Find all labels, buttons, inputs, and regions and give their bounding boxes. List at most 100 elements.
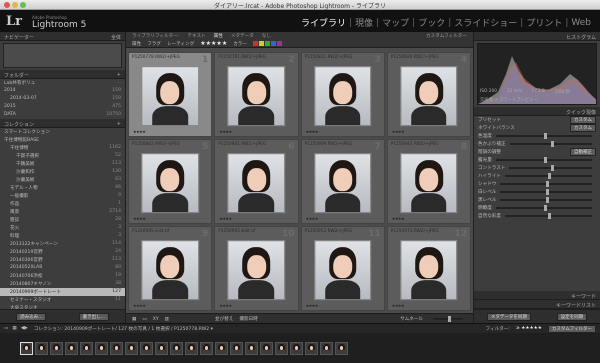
quick-develop-value[interactable]: カスタム	[570, 116, 596, 124]
color-label-swatches[interactable]	[253, 41, 282, 46]
portrait-photo[interactable]	[400, 66, 458, 127]
collection-row[interactable]: 千鶴美術 113	[0, 160, 125, 168]
thumbnail-cell[interactable]: P1250842.RW2/+JPEG 5 ★★★★	[128, 139, 213, 224]
module-map[interactable]: マップ	[379, 16, 412, 29]
filmstrip-thumbnail[interactable]	[125, 341, 138, 355]
filmstrip-thumbnail[interactable]	[65, 341, 78, 355]
filmstrip-thumbnail[interactable]	[80, 341, 93, 355]
sync-settings-button[interactable]: 設定を同期	[556, 312, 588, 321]
filmstrip-thumbnail[interactable]	[245, 341, 258, 355]
thumbnail-cell[interactable]: P1250821.RW2/+JPEG 3 ★★★★	[300, 52, 385, 137]
filmstrip-thumbnail[interactable]	[335, 341, 348, 355]
portrait-photo[interactable]	[227, 153, 286, 214]
collection-row[interactable]: 作品 1	[0, 200, 125, 208]
portrait-photo[interactable]	[227, 240, 286, 301]
collection-row[interactable]: 20140520LAB 80	[0, 264, 125, 272]
compare-view-icon[interactable]: XY	[153, 317, 159, 322]
filmstrip-thumbnail[interactable]	[155, 341, 168, 355]
grid-view-icon[interactable]: ▦	[132, 317, 136, 322]
loupe-view-icon[interactable]: ▭	[142, 317, 146, 322]
thumbnail-rating[interactable]: ★★★★	[306, 216, 319, 221]
navigator-header[interactable]: ナビゲーター 全体	[0, 32, 125, 41]
module-slideshow[interactable]: スライドショー	[451, 16, 520, 29]
quick-develop-stepper[interactable]	[509, 165, 592, 171]
quick-develop-stepper[interactable]	[500, 189, 592, 195]
collection-row[interactable]: モデル・人物 46	[0, 184, 125, 192]
thumbnail-rating[interactable]: ★★★★	[306, 129, 319, 134]
collection-row[interactable]: 20140306宮野 113	[0, 256, 125, 264]
quick-develop-row[interactable]: シャドウ	[474, 180, 600, 188]
collection-row[interactable]: 沙蘭美術 83	[0, 176, 125, 184]
keyword-header[interactable]: キーワード	[474, 291, 600, 300]
collection-row[interactable]: 20140909ポートレート 127	[0, 288, 125, 296]
volume-row[interactable]: Lab共有ボリュ …	[0, 79, 125, 87]
quick-develop-stepper[interactable]	[495, 157, 592, 163]
quick-develop-header[interactable]: クイック現像	[474, 107, 600, 116]
navigator-fit[interactable]: 全体	[111, 34, 121, 41]
collection-row[interactable]: 千住博物 1162	[0, 144, 125, 152]
thumbnail-cell[interactable]: P1250909.RW2/+JPEG 7 ★★★★	[300, 139, 385, 224]
thumbnail-rating[interactable]: ★★★★	[306, 303, 319, 308]
portrait-photo[interactable]	[141, 153, 199, 214]
quick-develop-row[interactable]: 自然な彩度	[474, 212, 600, 220]
collection-row[interactable]: 雑誌 28	[0, 216, 125, 224]
rating-filter-stars[interactable]: ★★★★★	[200, 40, 227, 47]
export-button[interactable]: 書き出し...	[78, 312, 109, 321]
filmstrip-thumbnail[interactable]	[275, 341, 288, 355]
filmstrip-thumbnail[interactable]	[260, 341, 273, 355]
folder-row[interactable]: 2015 475	[0, 103, 125, 111]
portrait-photo[interactable]	[313, 153, 372, 214]
quick-develop-row[interactable]: 露光量	[474, 156, 600, 164]
filmstrip-thumbnail[interactable]	[110, 341, 123, 355]
portrait-photo[interactable]	[141, 240, 199, 301]
module-book[interactable]: ブック	[415, 16, 448, 29]
filter-preset[interactable]: カスタムフィルター	[426, 33, 467, 39]
module-develop[interactable]: 現像	[352, 16, 376, 29]
filter-attribute-tab[interactable]: 属性	[214, 33, 223, 39]
collection-row[interactable]: 20140807キヤノン 38	[0, 280, 125, 288]
thumbnail-cell[interactable]: P1250781.RW2/+JPEG 2 ★★★★	[214, 52, 299, 137]
quick-develop-stepper[interactable]	[500, 197, 592, 203]
panel-toggle-2[interactable]: ▦	[12, 326, 16, 331]
filmstrip-thumbnail[interactable]	[185, 341, 198, 355]
filmstrip-thumbnail[interactable]	[35, 341, 48, 355]
filmstrip-thumbnail[interactable]	[95, 341, 108, 355]
filmstrip-thumbnail[interactable]	[215, 341, 228, 355]
nav-forward-icon[interactable]: ▶	[24, 326, 28, 331]
filmstrip-source[interactable]: コレクション: 20140909ポートレート/ 127 枚の写真 / 1 枚選択…	[34, 326, 213, 332]
quick-develop-value[interactable]: 自動補正	[570, 148, 596, 156]
thumbnail-rating[interactable]: ★★★★	[392, 129, 405, 134]
portrait-photo[interactable]	[400, 153, 458, 214]
quick-develop-value[interactable]: カスタム	[570, 124, 596, 132]
folder-row[interactable]: 2014 159	[0, 87, 125, 95]
filmstrip-thumbnail[interactable]	[305, 341, 318, 355]
folders-header[interactable]: フォルダー +	[0, 70, 125, 79]
portrait-photo[interactable]	[313, 240, 372, 301]
portrait-photo[interactable]	[227, 66, 286, 127]
folder-row[interactable]: 2014-03-07 159	[0, 95, 125, 103]
quick-develop-row[interactable]: 色温度	[474, 132, 600, 140]
quick-develop-row[interactable]: ホワイトバランス カスタム	[474, 124, 600, 132]
filmstrip-thumbnail[interactable]	[140, 341, 153, 355]
navigator-preview[interactable]	[3, 43, 122, 68]
collection-row[interactable]: 料理 3	[0, 232, 125, 240]
sync-metadata-button[interactable]: メタデータを同期	[486, 312, 531, 321]
filter-none-tab[interactable]: なし	[262, 33, 271, 39]
collection-row[interactable]: 千賀子選択 52	[0, 152, 125, 160]
collection-row[interactable]: 沙蘭和作 130	[0, 168, 125, 176]
portrait-photo[interactable]	[313, 66, 372, 127]
filmstrip-thumbnail[interactable]	[290, 341, 303, 355]
filmstrip-thumbnail[interactable]	[170, 341, 183, 355]
portrait-photo[interactable]	[400, 240, 458, 301]
folder-row[interactable]: DATA 10750	[0, 111, 125, 119]
filter-text-tab[interactable]: テキスト	[187, 33, 205, 39]
collection-row[interactable]: 一般撮影 0	[0, 192, 125, 200]
thumbnail-size-slider[interactable]	[433, 316, 463, 322]
filmstrip-thumbnail[interactable]	[20, 341, 33, 355]
filmstrip-thumbnail[interactable]	[50, 341, 63, 355]
collection-row[interactable]: 20140219宮野 24	[0, 248, 125, 256]
collection-row[interactable]: 花火 3	[0, 224, 125, 232]
filmstrip-rating-filter[interactable]: ≥ ★★★★★	[516, 326, 542, 331]
collection-row[interactable]: 風景 2714	[0, 208, 125, 216]
thumbnail-rating[interactable]: ★★★★	[219, 216, 232, 221]
